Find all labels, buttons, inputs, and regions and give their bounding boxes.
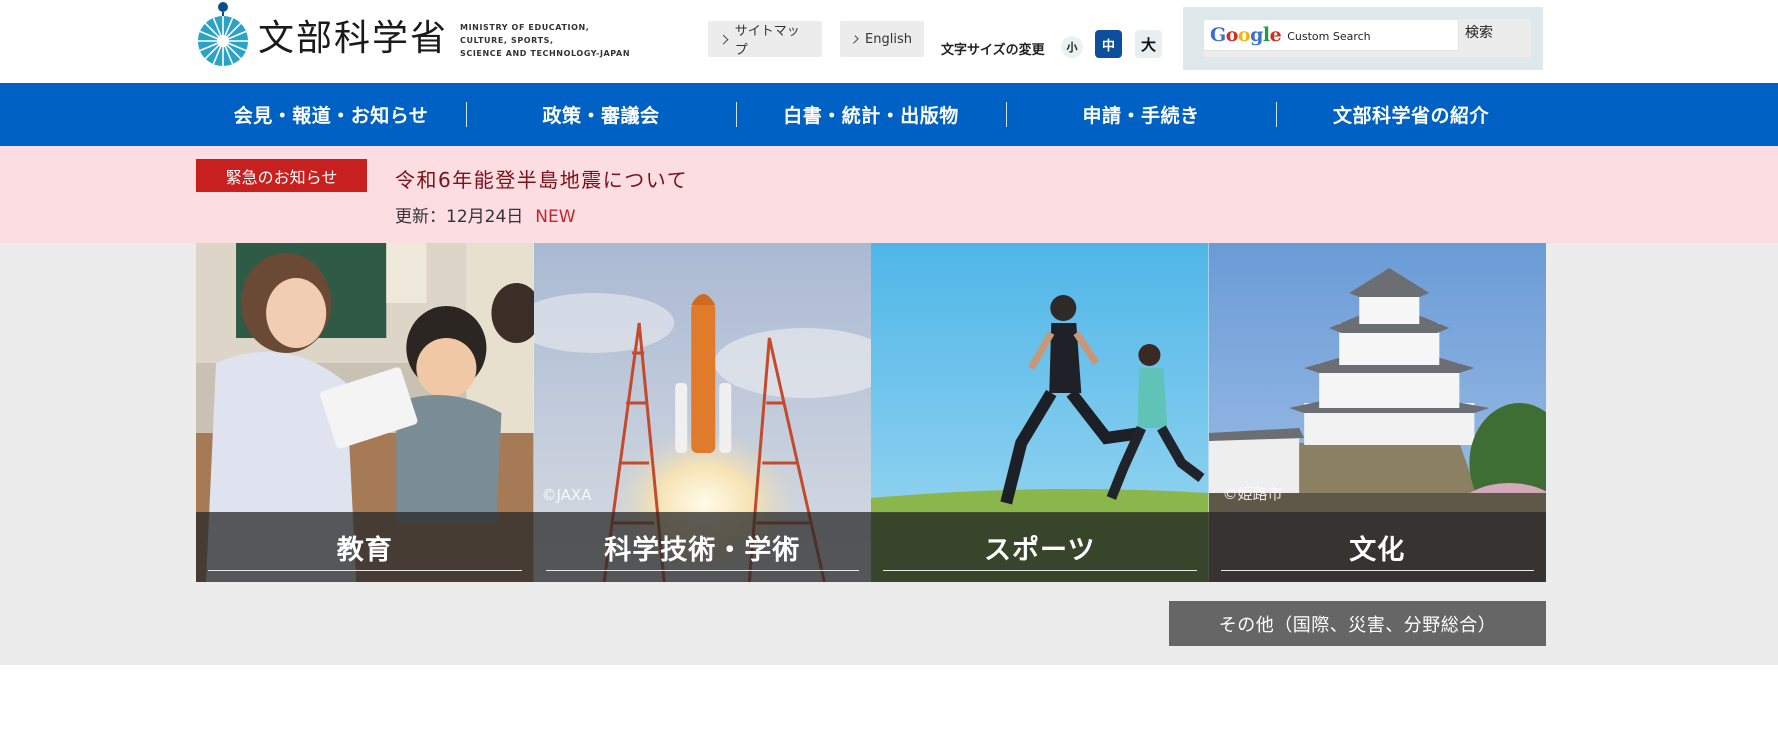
search-placeholder: Custom Search xyxy=(1287,29,1371,43)
english-label: English xyxy=(865,31,912,47)
tile-label: 科学技術・学術 xyxy=(533,512,871,582)
emergency-update: 更新：12月24日 NEW xyxy=(395,202,576,227)
tile-education[interactable]: 教育 xyxy=(196,243,534,582)
chevron-right-icon xyxy=(850,34,859,44)
global-nav-list: 会見・報道・お知らせ 政策・審議会 白書・統計・出版物 申請・手続き 文部科学省… xyxy=(196,83,1546,146)
other-categories-button[interactable]: その他（国際、災害、分野総合） xyxy=(1169,601,1546,646)
english-button[interactable]: English xyxy=(840,21,924,57)
font-size-small-button[interactable]: 小 xyxy=(1061,36,1083,58)
logo-en-line: CULTURE, SPORTS, xyxy=(460,35,554,45)
emergency-badge: 緊急のお知らせ xyxy=(196,159,367,192)
global-nav: 会見・報道・お知らせ 政策・審議会 白書・統計・出版物 申請・手続き 文部科学省… xyxy=(0,83,1778,146)
photo-credit: ©JAXA xyxy=(541,486,592,504)
tile-science[interactable]: ©JAXA 科学技術・学術 xyxy=(533,243,871,582)
main-content: 教育 ©JAXA 科学技術・学術 スポーツ ©姫路市 文化 その他（国際、災害、… xyxy=(0,243,1778,665)
emergency-update-date: 更新：12月24日 xyxy=(395,207,524,227)
search-button[interactable]: 検索 xyxy=(1465,22,1493,42)
nav-item-policy[interactable]: 政策・審議会 xyxy=(466,83,736,146)
emergency-link[interactable]: 令和6年能登半島地震について xyxy=(395,164,688,193)
logo-en-line: SCIENCE AND TECHNOLOGY-JAPAN xyxy=(460,48,631,58)
nav-item-press[interactable]: 会見・報道・お知らせ xyxy=(196,83,466,146)
photo-credit: ©姫路市 xyxy=(1222,485,1283,503)
emergency-notice: 緊急のお知らせ 令和6年能登半島地震について 更新：12月24日 NEW xyxy=(0,146,1778,243)
google-logo: Google xyxy=(1210,24,1282,46)
search-input[interactable]: Google Custom Search xyxy=(1203,19,1459,51)
search-panel: Google Custom Search 検索 xyxy=(1183,7,1543,70)
chevron-right-icon xyxy=(718,34,729,44)
logo-text-en: MINISTRY OF EDUCATION, CULTURE, SPORTS, … xyxy=(460,21,630,60)
font-size-large-button[interactable]: 大 xyxy=(1135,30,1162,58)
mext-logo-icon xyxy=(196,1,250,69)
category-tiles: 教育 ©JAXA 科学技術・学術 スポーツ ©姫路市 文化 xyxy=(196,243,1546,582)
site-logo[interactable]: 文部科学省 MINISTRY OF EDUCATION, CULTURE, SP… xyxy=(196,0,630,70)
tile-sports[interactable]: スポーツ xyxy=(871,243,1209,582)
nav-item-publications[interactable]: 白書・統計・出版物 xyxy=(736,83,1006,146)
site-header: 文部科学省 MINISTRY OF EDUCATION, CULTURE, SP… xyxy=(0,0,1778,83)
sitemap-label: サイトマップ xyxy=(734,24,800,58)
logo-en-line: MINISTRY OF EDUCATION, xyxy=(460,22,590,32)
font-size-medium-button[interactable]: 中 xyxy=(1095,30,1122,58)
new-badge: NEW xyxy=(535,207,576,227)
tile-label: スポーツ xyxy=(871,512,1209,582)
tile-culture[interactable]: ©姫路市 文化 xyxy=(1208,243,1546,582)
logo-text-ja: 文部科学省 xyxy=(258,18,449,59)
search-form: Google Custom Search 検索 xyxy=(1203,19,1531,57)
sitemap-button[interactable]: サイトマップ xyxy=(708,21,822,58)
tile-label: 教育 xyxy=(196,512,534,582)
nav-item-procedures[interactable]: 申請・手続き xyxy=(1006,83,1276,146)
font-size-label: 文字サイズの変更 xyxy=(941,43,1045,58)
tile-label: 文化 xyxy=(1208,512,1546,582)
nav-item-about[interactable]: 文部科学省の紹介 xyxy=(1276,83,1546,146)
